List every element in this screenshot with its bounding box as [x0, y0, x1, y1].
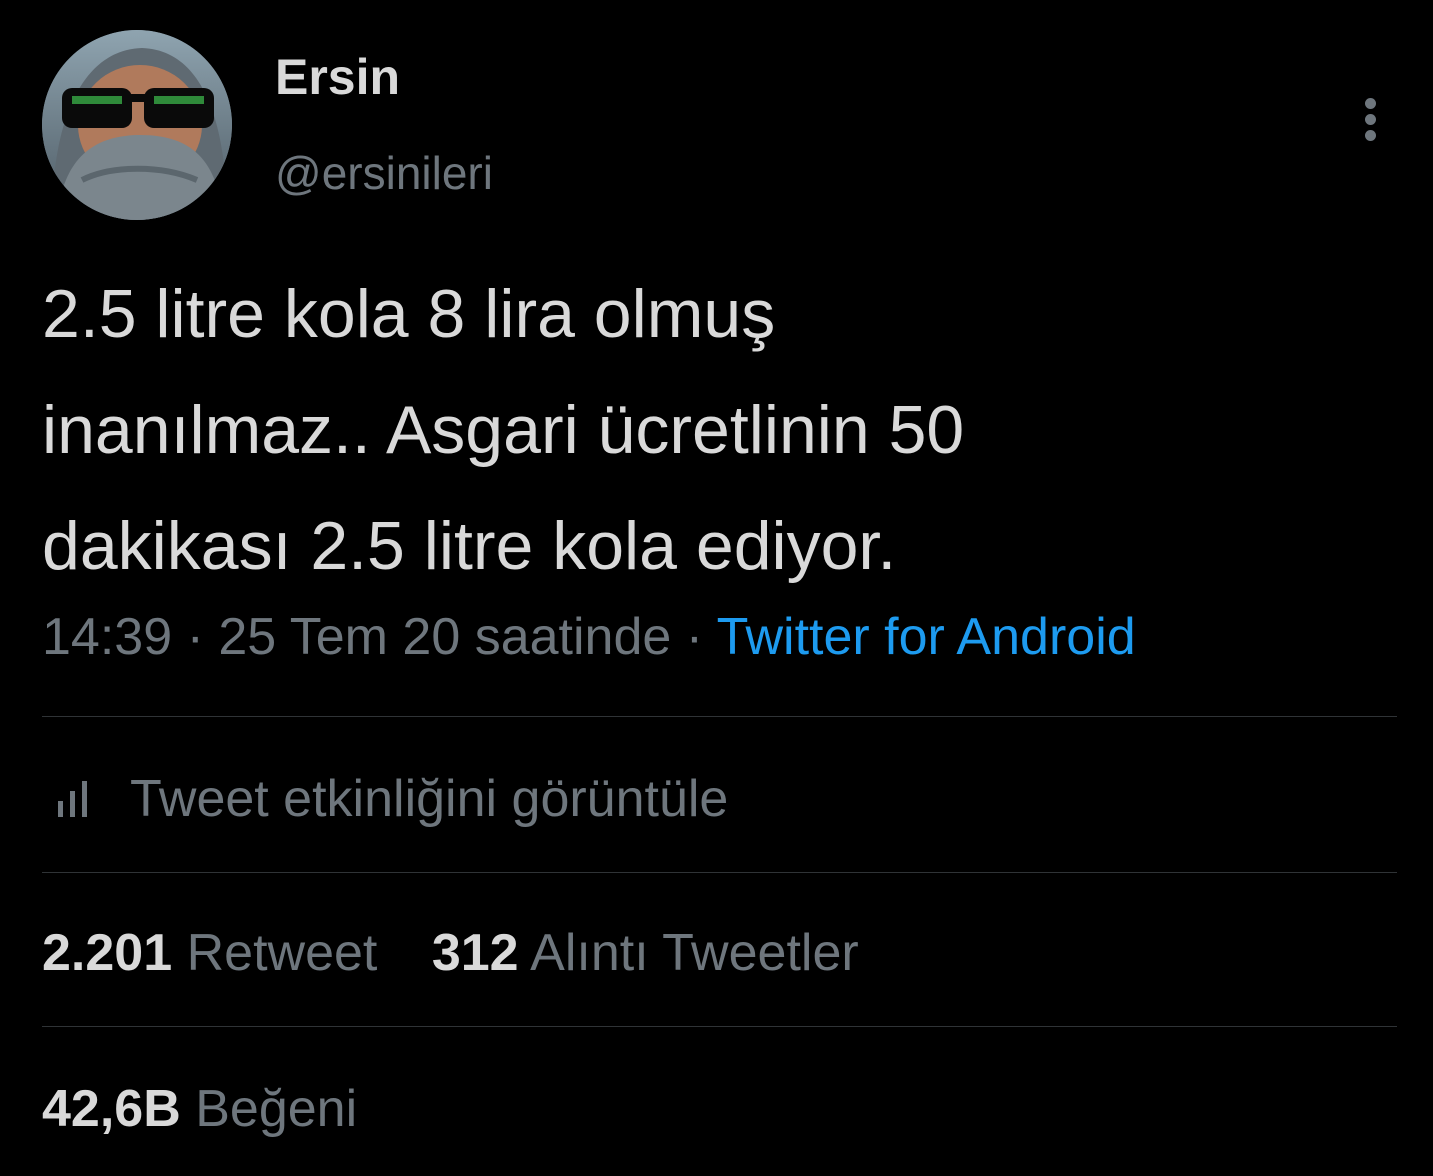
author-handle[interactable]: @ersinileri — [275, 148, 493, 199]
tweet-text-line: 2.5 litre kola 8 lira olmuş — [42, 276, 776, 352]
tweet-activity-label: Tweet etkinliğini görüntüle — [130, 770, 729, 828]
divider — [42, 716, 1397, 717]
more-vertical-icon[interactable] — [1355, 98, 1385, 150]
likes-label: Beğeni — [195, 1080, 358, 1138]
tweet-activity-button[interactable]: Tweet etkinliğini görüntüle — [42, 764, 728, 834]
more-dot — [1364, 130, 1376, 141]
likes-count: 42,6B — [42, 1080, 181, 1138]
meta-separator: · — [685, 608, 704, 666]
tweet-text-line: dakikası 2.5 litre kola ediyor. — [42, 508, 897, 584]
tweet-time[interactable]: 14:39 — [42, 608, 172, 666]
retweets-count: 2.201 — [42, 924, 173, 982]
quotes-label: Alıntı Tweetler — [530, 924, 859, 982]
quotes-stat[interactable]: 312 Alıntı Tweetler — [432, 924, 859, 982]
tweet-text-line: inanılmaz.. Asgari ücretlinin 50 — [42, 392, 965, 468]
more-dot — [1364, 98, 1376, 109]
meta-separator: · — [186, 608, 204, 666]
more-dot — [1364, 114, 1376, 125]
tweet-date[interactable]: 25 Tem 20 saatinde — [218, 608, 671, 666]
avatar[interactable] — [42, 30, 232, 220]
divider — [42, 872, 1397, 873]
author-display-name[interactable]: Ersin — [275, 50, 400, 105]
quotes-count: 312 — [431, 924, 519, 982]
tweet-source-link[interactable]: Twitter for Android — [717, 608, 1136, 666]
likes-stat[interactable]: 42,6B Beğeni — [42, 1076, 357, 1142]
tweet-text: 2.5 litre kola 8 lira olmuş inanılmaz.. … — [42, 256, 1382, 604]
divider — [42, 1026, 1397, 1027]
avatar-photo-icon — [42, 30, 232, 220]
tweet-stats: 2.201 Retweet 312 Alıntı Tweetler — [42, 920, 899, 986]
retweets-stat[interactable]: 2.201 Retweet — [42, 924, 377, 982]
tweet-meta: 14:39 · 25 Tem 20 saatinde · Twitter for… — [42, 604, 1136, 670]
analytics-bars-icon — [58, 781, 87, 817]
retweets-label: Retweet — [186, 924, 378, 982]
